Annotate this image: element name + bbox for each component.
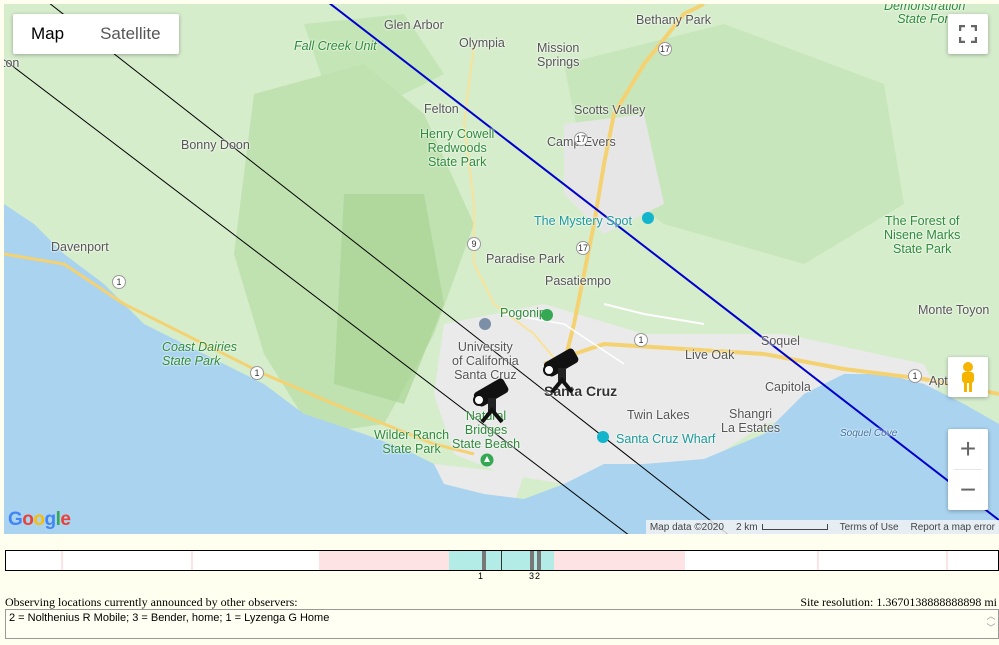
timeline-segment <box>61 551 63 570</box>
place-felton: Felton <box>424 102 459 116</box>
route-shield: 1 <box>908 369 922 383</box>
map-type-control: Map Satellite <box>13 14 179 54</box>
route-shield: 1 <box>112 275 126 289</box>
place-bonny-doon: Bonny Doon <box>181 138 250 152</box>
telescope-marker-icon[interactable] <box>470 370 514 424</box>
place-monte-toyon: Monte Toyon <box>918 303 990 317</box>
scroll-down-icon[interactable]: ﹀ <box>984 622 998 634</box>
place-paradise-park: Paradise Park <box>486 252 565 266</box>
place-apt: Apt <box>929 374 948 388</box>
scroll-up-icon[interactable]: ︿ <box>984 610 998 622</box>
google-logo[interactable]: Google <box>8 509 71 531</box>
zoom-out-button[interactable]: − <box>948 470 988 510</box>
poi-marker-icon <box>642 212 654 224</box>
observer-timeline[interactable] <box>5 550 999 571</box>
timeline-segment <box>319 551 449 570</box>
place-coast-dairies: Coast Dairies State Park <box>162 340 238 368</box>
timeline-segment <box>817 551 819 570</box>
map-terrain <box>4 4 999 534</box>
route-shield: 17 <box>658 42 672 56</box>
scale-indicator[interactable]: 2 km <box>736 522 828 533</box>
place-soquel: Soquel <box>761 334 800 348</box>
observers-heading: Observing locations currently announced … <box>5 595 298 609</box>
google-logo-text: Google <box>8 509 71 530</box>
place-glen-arbor: Glen Arbor <box>384 18 444 32</box>
plus-icon: + <box>959 433 977 464</box>
route-shield: 1 <box>634 333 648 347</box>
observers-scrollbar[interactable]: ︿ ﹀ <box>984 610 998 638</box>
timeline-marker-label: 1 <box>478 571 484 581</box>
place-davenport: Davenport <box>51 240 109 254</box>
timeline-marker-label: 2 <box>535 571 541 581</box>
observers-list-text: 2 = Nolthenius R Mobile; 3 = Bender, hom… <box>9 612 330 624</box>
place-soquel-cove: Soquel Cove <box>840 428 898 439</box>
poi-school-icon <box>479 318 491 330</box>
timeline-marker[interactable] <box>482 551 486 570</box>
route-shield: 1 <box>250 366 264 380</box>
place-live-oak: Live Oak <box>685 348 735 362</box>
place-capitola: Capitola <box>765 380 811 394</box>
timeline-marker[interactable] <box>530 551 534 570</box>
map-tab[interactable]: Map <box>13 14 82 54</box>
report-error-link[interactable]: Report a map error <box>911 522 995 533</box>
place-edge-fragment: ton <box>4 56 20 70</box>
scale-bar <box>761 523 828 530</box>
observers-list[interactable]: 2 = Nolthenius R Mobile; 3 = Bender, hom… <box>5 609 999 639</box>
poi-wharf-icon <box>597 431 609 443</box>
timeline-segment <box>946 551 948 570</box>
street-view-button[interactable] <box>948 357 988 397</box>
route-shield: 17 <box>574 132 588 146</box>
place-pogonip: Pogonip <box>500 306 546 320</box>
place-scotts-valley: Scotts Valley <box>574 103 646 117</box>
timeline-center-line <box>501 551 502 570</box>
map-data-credit: Map data ©2020 <box>649 521 724 533</box>
place-bethany-park: Bethany Park <box>636 13 712 27</box>
timeline-segment <box>554 551 685 570</box>
timeline-marker-label: 3 <box>529 571 535 581</box>
place-shangri-la: Shangri La Estates <box>721 407 781 435</box>
map-view[interactable]: Glen Arbor Olympia Mission Springs Betha… <box>4 4 999 534</box>
route-shield: 9 <box>467 237 481 251</box>
fullscreen-button[interactable] <box>948 14 988 54</box>
site-resolution: Site resolution: 1.3670138888888898 mi <box>800 595 997 609</box>
terms-link[interactable]: Terms of Use <box>840 522 899 533</box>
place-wilder-ranch: Wilder Ranch State Park <box>374 428 450 456</box>
telescope-marker-icon[interactable] <box>540 340 584 394</box>
place-forest-nisene: The Forest of Nisene Marks State Park <box>884 214 961 256</box>
fullscreen-icon <box>959 25 977 43</box>
zoom-control: + − <box>948 429 988 510</box>
place-mystery-spot: The Mystery Spot <box>534 214 632 228</box>
timeline-segment <box>191 551 193 570</box>
poi-tree-icon <box>480 453 494 467</box>
place-pasatiempo: Pasatiempo <box>545 274 612 288</box>
scale-label: 2 km <box>735 521 758 533</box>
minus-icon: − <box>959 474 977 505</box>
map-attribution: Map data ©2020 2 km Terms of Use Report … <box>645 520 999 534</box>
place-twin-lakes: Twin Lakes <box>627 408 690 422</box>
satellite-tab[interactable]: Satellite <box>82 14 178 54</box>
place-fall-creek: Fall Creek Unit <box>294 39 377 53</box>
pegman-icon <box>962 362 974 392</box>
place-henry-cowell: Henry Cowell Redwoods State Park <box>420 127 495 169</box>
place-olympia: Olympia <box>459 36 505 50</box>
zoom-in-button[interactable]: + <box>948 429 988 469</box>
place-santa-cruz-wharf: Santa Cruz Wharf <box>616 432 716 446</box>
timeline-marker[interactable] <box>537 551 541 570</box>
place-mission-springs: Mission Springs <box>537 41 580 69</box>
poi-park-icon <box>541 309 553 321</box>
route-shield: 17 <box>576 241 590 255</box>
